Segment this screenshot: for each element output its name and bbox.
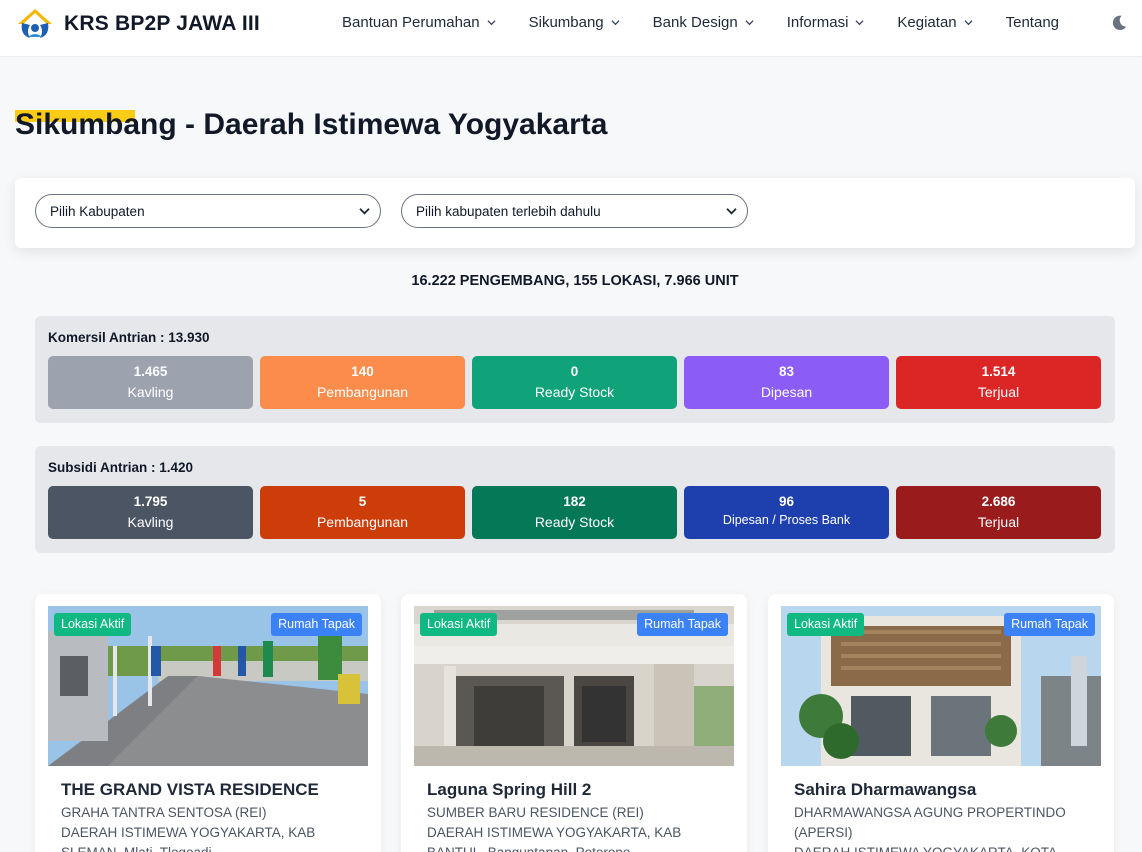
stat-kavling[interactable]: 1.795 Kavling xyxy=(48,486,253,539)
type-badge: Rumah Tapak xyxy=(271,613,362,636)
nav-label: Bank Design xyxy=(652,14,738,31)
stat-value: 0 xyxy=(570,364,579,379)
main-nav: Bantuan Perumahan Sikumbang Bank Design … xyxy=(342,0,1059,45)
nav-label: Tentang xyxy=(1005,14,1060,31)
subsidi-panel: Subsidi Antrian : 1.420 1.795 Kavling 5 … xyxy=(35,446,1115,553)
housing-card[interactable]: Lokasi Aktif Rumah Tapak Laguna Spring H… xyxy=(401,594,747,852)
housing-card[interactable]: Lokasi Aktif Rumah Tapak THE GRAND VISTA… xyxy=(35,594,381,852)
card-developer: SUMBER BARU RESIDENCE (REI) xyxy=(427,805,644,820)
card-title: Laguna Spring Hill 2 xyxy=(427,780,592,799)
card-developer: DHARMAWANGSA AGUNG PROPERTINDO (APERSI) xyxy=(794,805,1066,840)
stat-pembangunan[interactable]: 140 Pembangunan xyxy=(260,356,465,409)
brand-name: KRS BP2P JAWA III xyxy=(64,12,260,35)
housing-photo: Lokasi Aktif Rumah Tapak xyxy=(781,606,1101,766)
nav-sikumbang[interactable]: Sikumbang xyxy=(529,14,620,31)
nav-kegiatan[interactable]: Kegiatan xyxy=(897,14,973,31)
card-location: DAERAH ISTIMEWA YOGYAKARTA, KOTA xyxy=(794,843,1094,852)
stat-label: Ready Stock xyxy=(534,384,615,400)
top-navbar: KRS BP2P JAWA III Bantuan Perumahan Siku… xyxy=(0,0,1142,57)
page-title: Sikumbang - Daerah Istimewa Yogyakarta xyxy=(15,108,608,141)
stat-label: Terjual xyxy=(977,514,1020,530)
card-developer: GRAHA TANTRA SENTOSA (REI) xyxy=(61,805,267,820)
stat-value: 96 xyxy=(778,494,795,509)
chevron-down-icon xyxy=(964,20,973,26)
kecamatan-select-value: Pilih kabupaten terlebih dahulu xyxy=(416,203,601,219)
nav-bank-design[interactable]: Bank Design xyxy=(653,14,754,31)
nav-label: Sikumbang xyxy=(528,14,604,31)
stat-dipesan-proses-bank[interactable]: 96 Dipesan / Proses Bank xyxy=(684,486,889,539)
nav-bantuan-perumahan[interactable]: Bantuan Perumahan xyxy=(342,14,496,31)
stat-value: 140 xyxy=(351,364,374,379)
stat-value: 1.514 xyxy=(981,364,1016,379)
stat-value: 1.795 xyxy=(133,494,168,509)
nav-informasi[interactable]: Informasi xyxy=(787,14,865,31)
stat-dipesan[interactable]: 83 Dipesan xyxy=(684,356,889,409)
housing-card[interactable]: Lokasi Aktif Rumah Tapak Sahira Dharmawa… xyxy=(768,594,1114,852)
stat-label: Kavling xyxy=(127,514,174,530)
card-location: DAERAH ISTIMEWA YOGYAKARTA, KAB SLEMAN, … xyxy=(61,825,316,852)
chevron-down-icon xyxy=(487,20,496,26)
stat-label: Terjual xyxy=(977,384,1020,400)
summary-text: 16.222 PENGEMBANG, 155 LOKASI, 7.966 UNI… xyxy=(411,273,739,289)
card-title: Sahira Dharmawangsa xyxy=(794,780,977,799)
komersil-title: Komersil Antrian : 13.930 xyxy=(48,330,210,345)
stat-label: Pembangunan xyxy=(316,384,409,400)
stat-terjual[interactable]: 2.686 Terjual xyxy=(896,486,1101,539)
stat-value: 182 xyxy=(563,494,586,509)
chevron-down-icon xyxy=(726,208,737,215)
nav-label: Informasi xyxy=(786,14,849,31)
stat-pembangunan[interactable]: 5 Pembangunan xyxy=(260,486,465,539)
nav-tentang[interactable]: Tentang xyxy=(1006,14,1059,31)
moon-icon[interactable] xyxy=(1110,14,1128,32)
stat-value: 83 xyxy=(778,364,795,379)
stat-value: 2.686 xyxy=(981,494,1016,509)
filter-card: Pilih Kabupaten Pilih kabupaten terlebih… xyxy=(15,178,1135,248)
stat-label: Dipesan / Proses Bank xyxy=(722,513,851,527)
type-badge: Rumah Tapak xyxy=(637,613,728,636)
housing-photo: Lokasi Aktif Rumah Tapak xyxy=(414,606,734,766)
chevron-down-icon xyxy=(359,208,370,215)
kecamatan-select[interactable]: Pilih kabupaten terlebih dahulu xyxy=(401,194,748,228)
nav-label: Bantuan Perumahan xyxy=(342,14,480,31)
stat-label: Kavling xyxy=(127,384,174,400)
stat-kavling[interactable]: 1.465 Kavling xyxy=(48,356,253,409)
stat-label: Pembangunan xyxy=(316,514,409,530)
chevron-down-icon xyxy=(745,20,754,26)
chevron-down-icon xyxy=(611,20,620,26)
card-location: DAERAH ISTIMEWA YOGYAKARTA, KAB BANTUL, … xyxy=(427,825,682,852)
stat-value: 5 xyxy=(358,494,367,509)
stat-ready-stock[interactable]: 182 Ready Stock xyxy=(472,486,677,539)
kabupaten-select[interactable]: Pilih Kabupaten xyxy=(35,194,381,228)
stat-label: Ready Stock xyxy=(534,514,615,530)
stat-label: Dipesan xyxy=(760,384,813,400)
chevron-down-icon xyxy=(855,20,864,26)
nav-label: Kegiatan xyxy=(897,14,957,31)
status-badge: Lokasi Aktif xyxy=(787,613,865,636)
housing-photo: Lokasi Aktif Rumah Tapak xyxy=(48,606,368,766)
brand-logo-icon xyxy=(18,9,52,38)
type-badge: Rumah Tapak xyxy=(1004,613,1095,636)
stat-value: 1.465 xyxy=(133,364,168,379)
kabupaten-select-value: Pilih Kabupaten xyxy=(50,203,145,219)
status-badge: Lokasi Aktif xyxy=(420,613,498,636)
subsidi-title: Subsidi Antrian : 1.420 xyxy=(48,460,194,475)
stat-ready-stock[interactable]: 0 Ready Stock xyxy=(472,356,677,409)
status-badge: Lokasi Aktif xyxy=(54,613,132,636)
brand[interactable]: KRS BP2P JAWA III xyxy=(16,7,260,41)
card-title: THE GRAND VISTA RESIDENCE xyxy=(61,780,319,799)
stat-terjual[interactable]: 1.514 Terjual xyxy=(896,356,1101,409)
komersil-panel: Komersil Antrian : 13.930 1.465 Kavling … xyxy=(35,316,1115,423)
